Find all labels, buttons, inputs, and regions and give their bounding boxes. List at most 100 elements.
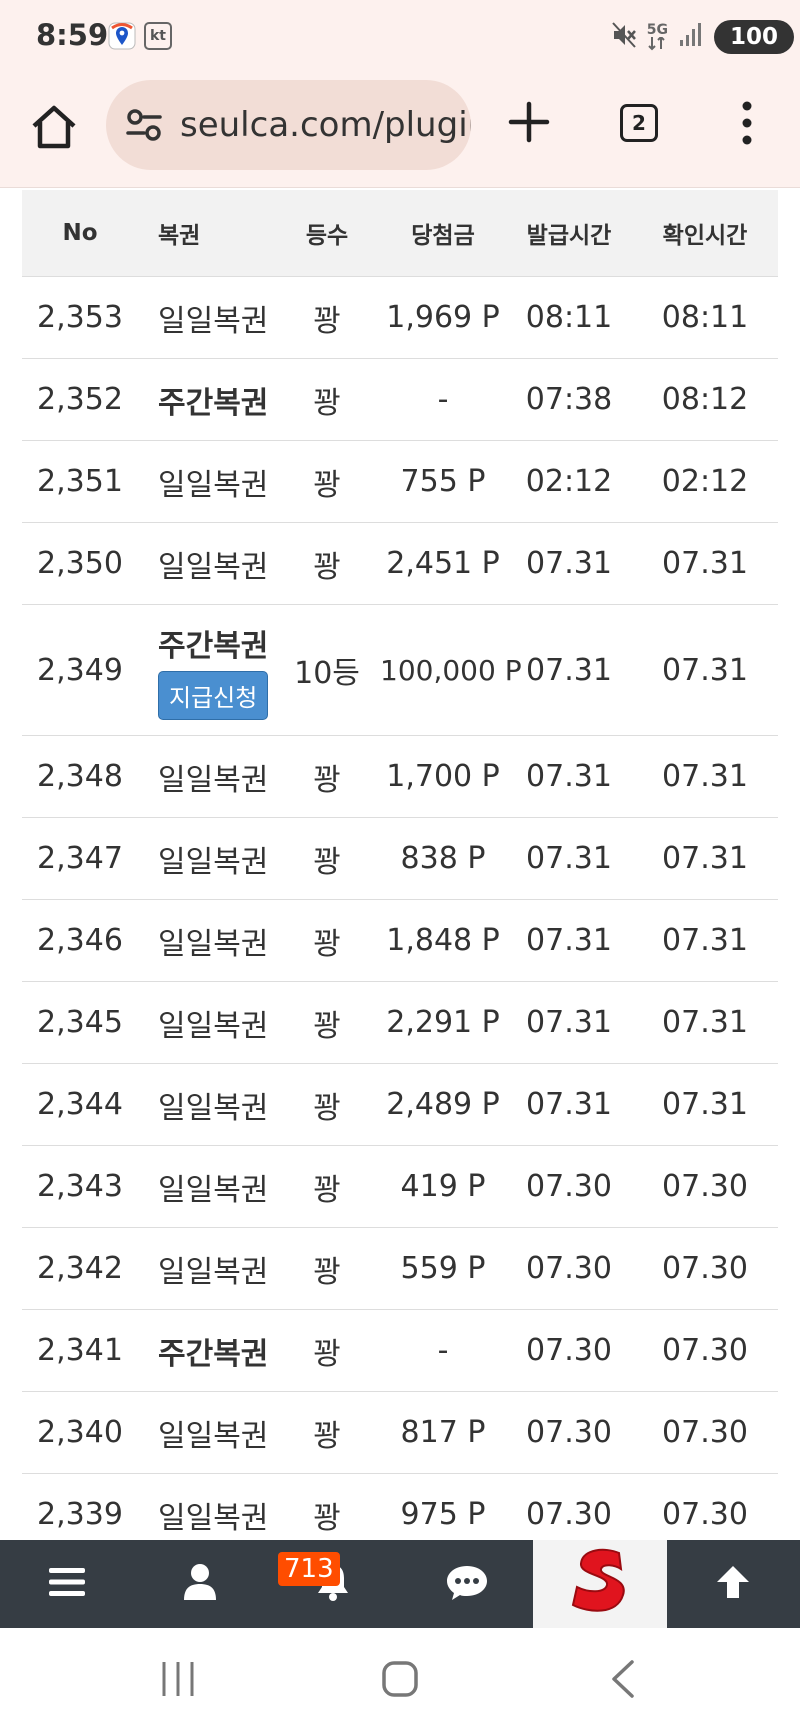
notification-count-badge: 713 [278,1552,340,1586]
cell-rank: 꽝 [274,522,380,605]
browser-toolbar: seulca.com/plugin 2 [0,76,800,188]
cell-no: 2,352 [22,358,138,441]
cell-lottery: 주간복권 지급신청 [138,604,274,736]
header-lottery: 복권 [138,190,274,277]
more-options-icon[interactable] [730,98,764,148]
cell-checked: 07.31 [632,981,778,1064]
cell-no: 2,353 [22,276,138,359]
cell-rank: 꽝 [274,276,380,359]
cell-issued: 07.30 [506,1391,632,1474]
network-icon: 5G [647,23,668,51]
table-row: 2,344 일일복권 꽝 2,489 P 07.31 07.31 [22,1063,778,1146]
site-settings-icon[interactable] [124,105,164,145]
cell-rank: 꽝 [274,1391,380,1474]
carrier-icon: kt [144,22,172,50]
cell-lottery: 일일복권 [138,440,274,523]
cell-no: 2,341 [22,1309,138,1392]
cell-rank: 꽝 [274,735,380,818]
cell-issued: 08:11 [506,276,632,359]
cell-prize: 559 P [380,1227,506,1310]
nav-chat-button[interactable] [400,1540,533,1628]
cell-checked: 07.31 [632,522,778,605]
recent-apps-icon[interactable] [160,1658,196,1704]
address-bar[interactable]: seulca.com/plugin [106,80,471,170]
home-nav-icon[interactable] [380,1658,420,1704]
cell-issued: 07.31 [506,1063,632,1146]
cell-lottery: 일일복권 [138,1063,274,1146]
nav-site-logo[interactable] [533,1540,667,1628]
system-navigation-bar [0,1628,800,1734]
cell-rank: 10등 [274,604,380,736]
table-row: 2,345 일일복권 꽝 2,291 P 07.31 07.31 [22,981,778,1064]
cell-no: 2,346 [22,899,138,982]
nav-profile-button[interactable] [133,1540,266,1628]
cell-lottery: 일일복권 [138,1227,274,1310]
cell-checked: 07.30 [632,1145,778,1228]
url-text: seulca.com/plugin [180,105,471,145]
cell-issued: 07.30 [506,1145,632,1228]
cell-no: 2,344 [22,1063,138,1146]
cell-issued: 07.31 [506,522,632,605]
network-type: 5G [646,22,668,38]
cell-checked: 07.31 [632,735,778,818]
table-header-row: No 복권 등수 당첨금 발급시간 확인시간 [22,190,778,277]
nav-menu-button[interactable] [0,1540,133,1628]
cell-issued: 07.31 [506,735,632,818]
home-icon[interactable] [28,102,80,154]
cell-no: 2,345 [22,981,138,1064]
new-tab-icon[interactable] [505,98,553,146]
cell-rank: 꽝 [274,1309,380,1392]
cell-checked: 02:12 [632,440,778,523]
status-right-icons: 5G 100 [611,20,800,54]
table-row: 2,342 일일복권 꽝 559 P 07.30 07.30 [22,1227,778,1310]
cell-lottery: 일일복권 [138,735,274,818]
table-row: 2,346 일일복권 꽝 1,848 P 07.31 07.31 [22,899,778,982]
table-row: 2,347 일일복권 꽝 838 P 07.31 07.31 [22,817,778,900]
table-row: 2,351 일일복권 꽝 755 P 02:12 02:12 [22,440,778,523]
cell-checked: 07.31 [632,899,778,982]
status-time: 8:59 [36,18,109,52]
cell-checked: 07.31 [632,604,778,736]
cell-prize: 1,848 P [380,899,506,982]
status-left-icons: kt [108,22,172,50]
cell-rank: 꽝 [274,899,380,982]
menu-icon [47,1565,87,1603]
cell-prize: 755 P [380,440,506,523]
table-row: 2,353 일일복권 꽝 1,969 P 08:11 08:11 [22,276,778,359]
claim-payout-button[interactable]: 지급신청 [158,670,269,720]
cell-rank: 꽝 [274,358,380,441]
nav-scroll-top-button[interactable] [667,1540,800,1628]
cell-rank: 꽝 [274,981,380,1064]
cell-issued: 02:12 [506,440,632,523]
table-row: 2,349 주간복권 지급신청 10등 100,000 P 07.31 07.3… [22,604,778,736]
cell-prize: 1,969 P [380,276,506,359]
cell-checked: 07.30 [632,1227,778,1310]
user-icon [182,1562,218,1606]
header-rank: 등수 [274,190,380,277]
cell-rank: 꽝 [274,1145,380,1228]
cell-lottery: 일일복권 [138,522,274,605]
cell-prize: 1,700 P [380,735,506,818]
table-row: 2,341 주간복권 꽝 - 07.30 07.30 [22,1309,778,1392]
cell-no: 2,340 [22,1391,138,1474]
cell-rank: 꽝 [274,817,380,900]
cell-issued: 07.31 [506,817,632,900]
back-icon[interactable] [608,1658,638,1704]
cell-issued: 07:38 [506,358,632,441]
cell-prize: 2,291 P [380,981,506,1064]
cell-rank: 꽝 [274,1063,380,1146]
table-row: 2,350 일일복권 꽝 2,451 P 07.31 07.31 [22,522,778,605]
cell-checked: 08:11 [632,276,778,359]
cell-rank: 꽝 [274,440,380,523]
cell-no: 2,342 [22,1227,138,1310]
cell-prize: 419 P [380,1145,506,1228]
cell-no: 2,349 [22,604,138,736]
cell-prize: 2,489 P [380,1063,506,1146]
chat-icon [445,1563,489,1605]
cell-checked: 07.31 [632,1063,778,1146]
header-checked-time: 확인시간 [632,190,778,277]
table-row: 2,352 주간복권 꽝 - 07:38 08:12 [22,358,778,441]
table-row: 2,340 일일복권 꽝 817 P 07.30 07.30 [22,1391,778,1474]
cell-prize: 817 P [380,1391,506,1474]
tab-switcher-button[interactable]: 2 [620,104,658,142]
